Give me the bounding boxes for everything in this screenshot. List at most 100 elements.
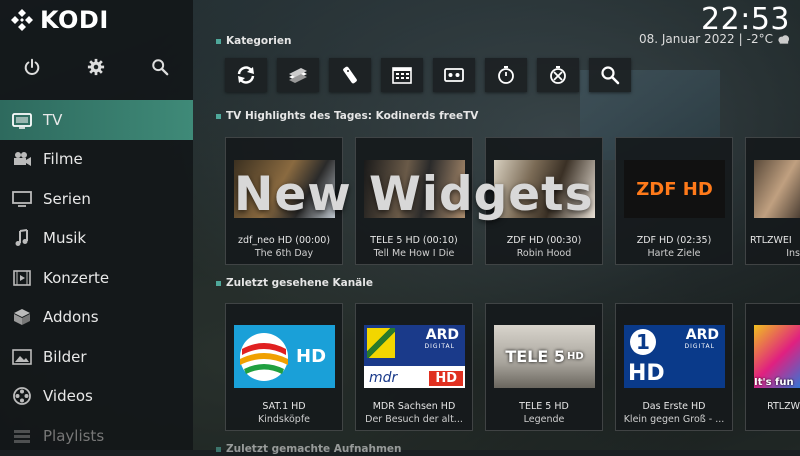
date: 08. Januar 2022 bbox=[638, 32, 735, 46]
tv-icon bbox=[11, 112, 32, 129]
channel-label: zdf_neo HD (00:00) bbox=[237, 235, 331, 246]
search-button[interactable] bbox=[128, 55, 192, 79]
digital-text: DIGITAL bbox=[424, 343, 455, 350]
sidebar-item-label: Musik bbox=[43, 229, 87, 248]
search-icon bbox=[601, 66, 620, 85]
show-label: Robin Hood bbox=[516, 248, 572, 259]
power-icon bbox=[24, 58, 40, 75]
timers-button[interactable] bbox=[485, 58, 527, 92]
thumbnail bbox=[364, 160, 465, 218]
channel-label: RTLZW bbox=[767, 401, 800, 412]
categories-header: Kategorien bbox=[216, 35, 291, 47]
music-note-icon bbox=[15, 229, 28, 247]
sidebar-item-label: Serien bbox=[43, 189, 91, 208]
main-menu: TV Filme Serien Musik Konzerte Addons Bi… bbox=[0, 100, 193, 456]
separator: | bbox=[738, 32, 743, 46]
date-weather: 08. Januar 2022 | -2°C bbox=[639, 32, 790, 46]
show-label: Harte Ziele bbox=[647, 248, 701, 259]
hd-badge: HD bbox=[628, 361, 665, 386]
highlight-card[interactable]: TELE 5 HD (00:10) Tell Me How I Die bbox=[355, 137, 473, 265]
concert-icon bbox=[12, 269, 31, 286]
highlight-card[interactable]: ZDF HD (00:30) Robin Hood bbox=[485, 137, 603, 265]
highlight-card[interactable]: RTLZWEI Ins bbox=[745, 137, 800, 265]
sidebar-item-videos[interactable]: Videos bbox=[0, 377, 193, 417]
thumbnail bbox=[234, 160, 335, 218]
show-label: Klein gegen Groß - ... bbox=[623, 414, 725, 425]
sidebar-item-label: TV bbox=[43, 110, 63, 129]
playlist-icon bbox=[13, 429, 30, 443]
timers-icon bbox=[498, 66, 514, 84]
zdf-hd-logo: ZDF HD bbox=[624, 160, 725, 218]
recent-header: Zuletzt gesehene Kanäle bbox=[216, 277, 373, 289]
sidebar-item-label: Videos bbox=[43, 387, 93, 406]
sidebar-item-serien[interactable]: Serien bbox=[0, 179, 193, 219]
sidebar-item-label: Filme bbox=[43, 150, 83, 169]
tele5-logo: TELE 5 HD bbox=[494, 325, 595, 388]
settings-button[interactable] bbox=[64, 55, 128, 79]
refresh-button[interactable] bbox=[225, 58, 267, 92]
show-label: Ins bbox=[786, 248, 800, 259]
channel-label: RTLZWEI bbox=[750, 235, 792, 246]
channel-label: SAT.1 HD bbox=[262, 401, 306, 412]
section-title: TV Highlights des Tages: Kodinerds freeT… bbox=[226, 110, 479, 122]
channel-label: ZDF HD (02:35) bbox=[636, 235, 712, 246]
recordings-icon bbox=[444, 68, 464, 82]
sat1-ball-icon bbox=[240, 332, 288, 381]
mdr-logo: ARD DIGITAL mdr HD bbox=[364, 325, 465, 388]
mdr-crest-icon bbox=[367, 328, 395, 358]
boxes-icon bbox=[13, 309, 30, 326]
remote-button[interactable] bbox=[329, 58, 371, 92]
recent-row: HD SAT.1 HD Kindsköpfe ARD DIGITAL mdr H… bbox=[225, 303, 800, 431]
channel-label: Das Erste HD bbox=[642, 401, 706, 412]
section-title: Kategorien bbox=[226, 35, 292, 47]
sidebar-item-label: Addons bbox=[43, 308, 99, 327]
search-icon bbox=[152, 59, 169, 76]
sidebar-item-musik[interactable]: Musik bbox=[0, 219, 193, 259]
digital-text: DIGITAL bbox=[684, 343, 715, 350]
channels-button[interactable] bbox=[277, 58, 319, 92]
sidebar-item-filme[interactable]: Filme bbox=[0, 140, 193, 180]
channel-card[interactable]: It's fun RTLZW bbox=[745, 303, 800, 431]
guide-button[interactable] bbox=[381, 58, 423, 92]
channel-card[interactable]: ARD DIGITAL mdr HD MDR Sachsen HD Der Be… bbox=[355, 303, 473, 431]
channel-label: TELE 5 HD (00:10) bbox=[370, 235, 458, 246]
mdr-text: mdr bbox=[369, 370, 398, 386]
sidebar-item-bilder[interactable]: Bilder bbox=[0, 337, 193, 377]
search-button-pvr[interactable] bbox=[589, 58, 631, 92]
sidebar-item-tv[interactable]: TV bbox=[0, 100, 193, 140]
category-bar bbox=[225, 58, 631, 92]
tele5-text: TELE 5 bbox=[505, 347, 565, 366]
kodi-logo[interactable]: KODI bbox=[10, 6, 109, 34]
section-title: Zuletzt gemachte Aufnahmen bbox=[226, 443, 402, 455]
section-title: Zuletzt gesehene Kanäle bbox=[226, 277, 373, 289]
channel-card[interactable]: TELE 5 HD TELE 5 HD Legende bbox=[485, 303, 603, 431]
channel-card[interactable]: HD SAT.1 HD Kindsköpfe bbox=[225, 303, 343, 431]
show-label: Tell Me How I Die bbox=[373, 248, 455, 259]
sidebar-item-konzerte[interactable]: Konzerte bbox=[0, 258, 193, 298]
ard-text: ARD bbox=[685, 327, 719, 343]
refresh-icon bbox=[237, 66, 255, 84]
channel-card[interactable]: 1 ARD DIGITAL HD Das Erste HD Klein gege… bbox=[615, 303, 733, 431]
power-button[interactable] bbox=[0, 55, 64, 79]
sidebar-item-addons[interactable]: Addons bbox=[0, 298, 193, 338]
show-label: The 6th Day bbox=[254, 248, 314, 259]
film-reel-icon bbox=[12, 387, 31, 406]
sidebar-item-label: Bilder bbox=[43, 347, 87, 366]
hd-badge: HD bbox=[429, 371, 463, 386]
kodi-logo-icon bbox=[11, 9, 33, 31]
show-label: Legende bbox=[523, 414, 565, 425]
das-erste-one-icon: 1 bbox=[630, 329, 656, 355]
app-name: KODI bbox=[40, 6, 109, 34]
show-label: Der Besuch der alt... bbox=[365, 414, 463, 425]
film-camera-icon bbox=[13, 152, 31, 167]
show-label: Kindsköpfe bbox=[257, 414, 311, 425]
fun-text: It's fun bbox=[754, 377, 794, 388]
highlight-card[interactable]: zdf_neo HD (00:00) The 6th Day bbox=[225, 137, 343, 265]
thumbnail bbox=[754, 160, 800, 218]
recordings-button[interactable] bbox=[433, 58, 475, 92]
timer-rules-button[interactable] bbox=[537, 58, 579, 92]
remote-icon bbox=[343, 66, 357, 84]
highlight-card[interactable]: ZDF HD ZDF HD (02:35) Harte Ziele bbox=[615, 137, 733, 265]
channels-icon bbox=[289, 68, 307, 83]
thumbnail bbox=[494, 160, 595, 218]
